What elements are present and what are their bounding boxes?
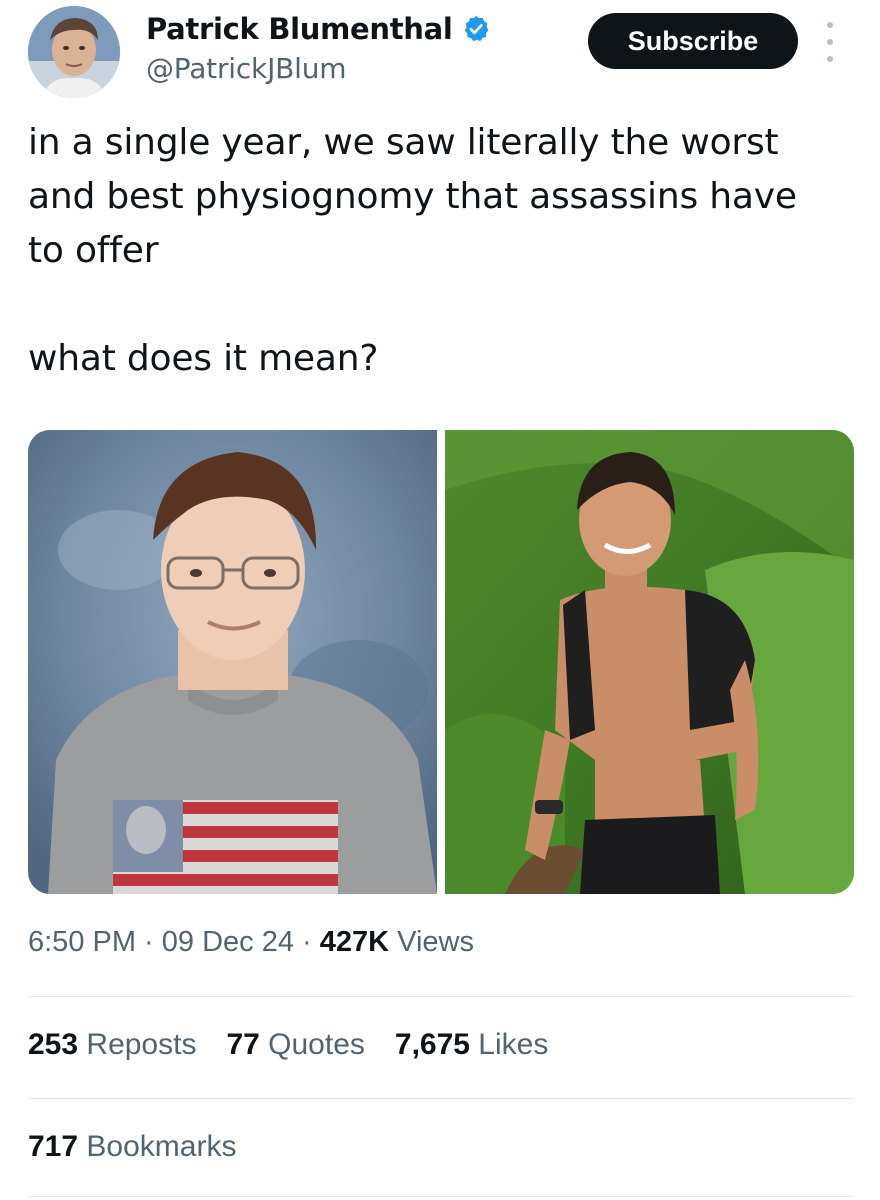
divider — [28, 1098, 854, 1099]
media-photo-right[interactable] — [445, 430, 854, 894]
tweet-time[interactable]: 6:50 PM — [28, 926, 136, 958]
likes-stat[interactable]: 7,675 Likes — [395, 1028, 548, 1062]
display-name-row: Patrick Blumenthal — [146, 10, 491, 48]
portrait-photo-image — [28, 430, 437, 894]
author-name-block: Patrick Blumenthal @PatrickJBlum — [146, 10, 491, 85]
likes-count: 7,675 — [394, 1028, 470, 1061]
meta-separator: · — [136, 926, 162, 958]
tweet-date[interactable]: 09 Dec 24 — [162, 926, 294, 958]
more-dot — [827, 56, 833, 62]
subscribe-button[interactable]: Subscribe — [588, 13, 798, 69]
reposts-count: 253 — [28, 1028, 79, 1061]
quotes-label: Quotes — [259, 1028, 365, 1061]
reposts-label: Reposts — [78, 1028, 197, 1061]
verified-badge-icon — [461, 14, 491, 44]
divider — [28, 996, 854, 997]
views-count: 427K — [319, 926, 390, 958]
more-options-icon[interactable] — [816, 22, 844, 62]
tweet-media-grid — [28, 430, 854, 894]
more-dot — [827, 22, 833, 28]
author-handle[interactable]: @PatrickJBlum — [146, 52, 491, 85]
engagement-stats: 253 Reposts 77 Quotes 7,675 Likes — [28, 1028, 548, 1062]
more-dot — [827, 39, 833, 45]
hiking-photo-image — [445, 430, 854, 894]
bookmarks-count: 717 — [28, 1130, 79, 1163]
tweet-text: in a single year, we saw literally the w… — [28, 122, 797, 379]
bookmarks-label: Bookmarks — [78, 1130, 237, 1163]
media-photo-left[interactable] — [28, 430, 437, 894]
divider — [28, 1196, 854, 1197]
avatar-image — [28, 6, 120, 98]
meta-separator: · — [293, 926, 320, 958]
bookmarks-stat[interactable]: 717 Bookmarks — [28, 1130, 236, 1164]
quotes-stat[interactable]: 77 Quotes — [226, 1028, 364, 1062]
quotes-count: 77 — [226, 1028, 260, 1061]
reposts-stat[interactable]: 253 Reposts — [28, 1028, 196, 1062]
author-avatar[interactable] — [28, 6, 120, 98]
tweet-header: Patrick Blumenthal @PatrickJBlum Subscri… — [0, 0, 880, 110]
author-display-name[interactable]: Patrick Blumenthal — [146, 12, 453, 46]
tweet-meta: 6:50 PM · 09 Dec 24 · 427K Views — [28, 926, 474, 959]
likes-label: Likes — [469, 1028, 549, 1061]
views-label: Views — [389, 926, 474, 958]
shirt-flag-graphic — [113, 800, 338, 894]
